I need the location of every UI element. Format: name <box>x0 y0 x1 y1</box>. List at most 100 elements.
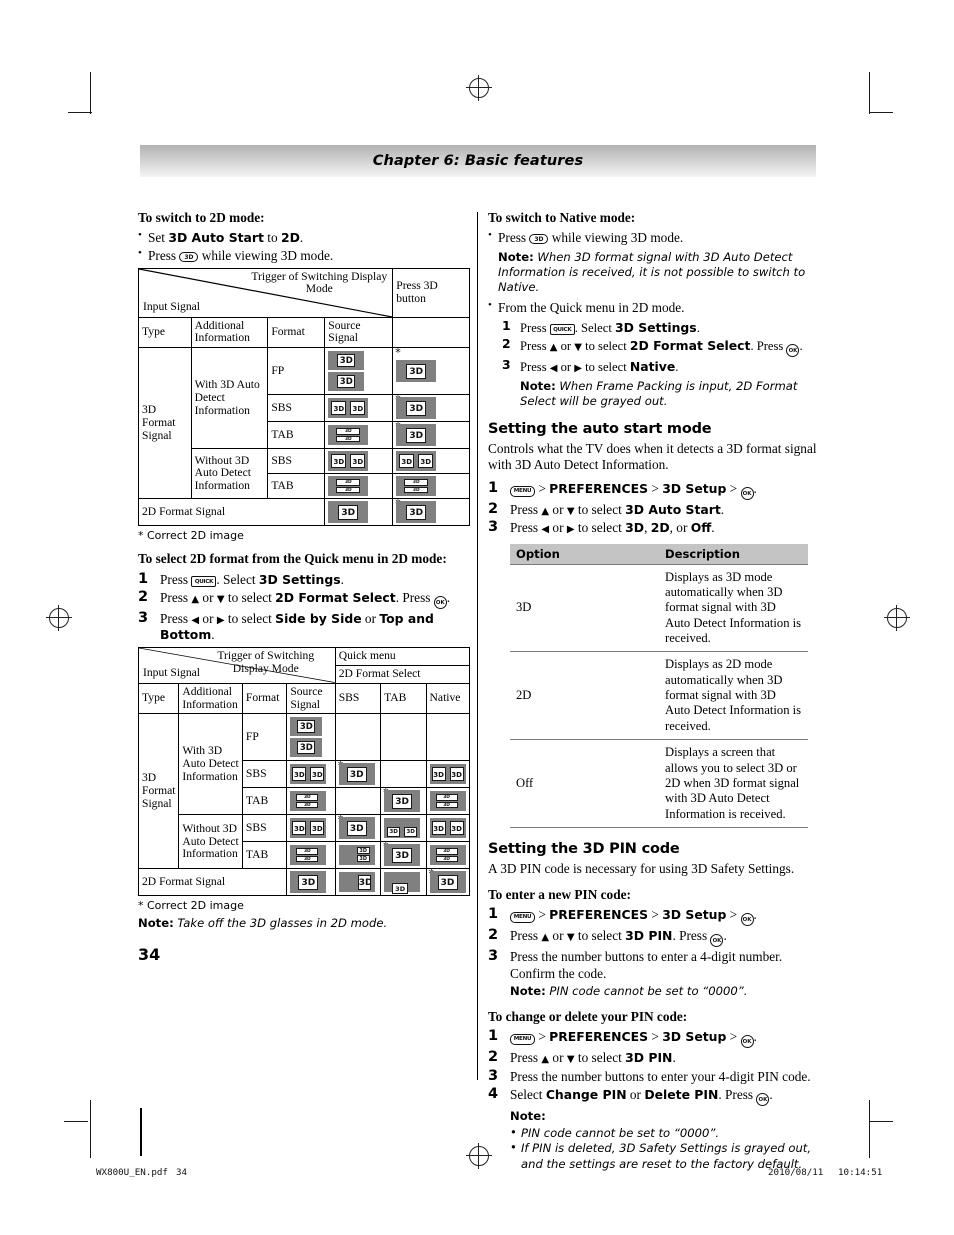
step-text: Press ▲ or ▼ to select 3D Auto Start. <box>510 502 725 518</box>
step-number: 3 <box>138 609 149 626</box>
icon-frame-packing: 3D <box>328 372 365 392</box>
switch-native-bullets: Press 3D while viewing 3D mode. <box>488 228 820 246</box>
arrow-down-icon: ▼ <box>566 1054 575 1066</box>
crop-mark-top-right-v <box>869 72 871 114</box>
table1-source-tab: 3D 3D <box>324 421 394 450</box>
icon-3d-full: 3D <box>429 871 466 894</box>
print-date: 2010/08/11 <box>768 1167 824 1178</box>
note-label: Note: <box>520 378 556 393</box>
bullet-pre: Press <box>498 229 530 245</box>
table1-footnote: * Correct 2D image <box>138 529 244 543</box>
registration-mark-top <box>466 75 492 101</box>
list-item: 1 MENU > PREFERENCES > 3D Setup > OK. <box>488 480 820 501</box>
table1-diagonal-header: Trigger of Switching Display Mode Input … <box>137 267 394 318</box>
table2-subheader-row: Type Additional Information Format Sourc… <box>137 682 471 715</box>
key-menu-icon: MENU <box>510 911 535 923</box>
step-text: MENU > PREFERENCES > 3D Setup > OK. <box>510 480 820 501</box>
list-item: 1 MENU > PREFERENCES > 3D Setup > OK. <box>488 906 820 927</box>
table2-corner-row: Trigger of Switching Display Mode Input … <box>138 647 471 684</box>
arrow-down-icon: ▼ <box>566 932 575 944</box>
table2-quickmenu-header: Quick menu <box>334 647 471 667</box>
step-text: Press ▲ or ▼ to select 3D PIN. Press OK. <box>510 927 820 948</box>
list-item: 2 Press ▲ or ▼ to select 3D PIN. <box>488 1049 820 1066</box>
icon-side-by-side: 3D 3D <box>328 451 369 472</box>
table-row: Off Displays a screen that allows you to… <box>510 739 808 828</box>
key-ok-icon: OK <box>756 1092 770 1106</box>
step-text: Press ▲ or ▼ to select 2D Format Select.… <box>520 337 820 358</box>
note-label: Note: <box>510 983 546 998</box>
key-ok-icon: OK <box>740 913 754 927</box>
table1-2d-format-label: 2D Format Signal <box>137 498 326 527</box>
table2-format-tab: TAB <box>241 787 288 816</box>
table2-source-sbs: 3D 3D <box>286 760 336 789</box>
table1-corner-row: Trigger of Switching Display Mode Input … <box>137 267 470 318</box>
registration-mark-left <box>46 605 72 631</box>
arrow-right-icon: ▶ <box>574 363 582 375</box>
list-item: 4 Select Change PIN or Delete PIN. Press… <box>488 1086 820 1106</box>
step-number: 1 <box>488 480 499 497</box>
table1-source-sbs: 3D 3D <box>324 394 394 423</box>
arrow-right-icon: ▶ <box>566 524 575 536</box>
column-divider <box>477 212 478 1080</box>
bullet-from-quick-menu: From the Quick menu in 2D mode. <box>488 298 820 316</box>
left-column: To switch to 2D mode: Set 3D Auto Start … <box>137 210 471 964</box>
table2-source-sbs-2: 3D 3D <box>286 814 336 843</box>
note-label: Note: <box>138 916 174 931</box>
table2-format-sbs-2: SBS <box>241 814 288 843</box>
table2-opt-tab: TAB <box>380 682 427 715</box>
icon-3d-full: 3D <box>396 424 437 447</box>
step-number: 1 <box>488 1028 499 1045</box>
icon-3d-full: 3D <box>338 763 375 786</box>
icon-top-and-bottom: 3D 3D <box>328 476 369 497</box>
step-number: 3 <box>502 357 511 373</box>
table2-diagonal-header: Trigger of Switching Display Mode Input … <box>138 647 336 684</box>
table-row: 2D Format Signal 3D 3D 3D * 3D <box>137 868 471 897</box>
table2-sbs-native: 3D 3D <box>425 760 471 789</box>
list-item: 2 Press ▲ or ▼ to select 3D Auto Start. <box>488 501 820 518</box>
step-text: MENU > PREFERENCES > 3D Setup > OK. <box>510 1028 820 1049</box>
step-number: 1 <box>488 906 499 923</box>
table2-sbs2-tab: 3D 3D <box>380 814 427 843</box>
table2-tab-tab: * 3D <box>380 787 427 816</box>
switch-native-bullet-2: From the Quick menu in 2D mode. <box>488 298 820 316</box>
icon-frame-packing: 3D <box>328 351 365 371</box>
arrow-up-icon: ▲ <box>541 506 550 518</box>
arrow-down-icon: ▼ <box>566 506 575 518</box>
step-number: 3 <box>488 519 499 536</box>
table1-sub-format: Format <box>267 316 326 349</box>
key-ok-icon: OK <box>433 595 447 609</box>
icon-3d-full: 3D <box>396 360 437 383</box>
table2-tab-native: 3D 3D <box>425 787 471 816</box>
icon-3d-narrow: 3D <box>338 872 375 893</box>
switch-native-heading: To switch to Native mode: <box>488 210 636 225</box>
step-text: Press ◀ or ▶ to select Side by Side or T… <box>160 610 434 643</box>
table2-tab2-tab: * 3D <box>380 841 427 870</box>
list-item: 1 Press QUICK. Select 3D Settings. <box>138 571 470 588</box>
step-number: 3 <box>488 1067 499 1084</box>
arrow-right-icon: ▶ <box>216 614 225 626</box>
arrow-left-icon: ◀ <box>549 363 558 375</box>
table1-input-label: Input Signal <box>143 299 201 313</box>
table2-source-tab: 3D 3D <box>286 787 336 816</box>
list-item: 1 Press QUICK. Select 3D Settings. <box>502 318 820 336</box>
icon-3d-full: 3D <box>384 844 421 867</box>
arrow-up-icon: ▲ <box>191 593 200 605</box>
key-quick-icon: QUICK <box>549 324 575 336</box>
table-row: 3D Format Signal With 3D Auto Detect Inf… <box>138 347 470 500</box>
list-item: 2 Press ▲ or ▼ to select 2D Format Selec… <box>138 589 470 609</box>
icon-3d-full: 3D <box>384 790 421 813</box>
switch-native-note-1: Note: When 3D format signal with 3D Auto… <box>498 250 820 295</box>
table2-opt-sbs: SBS <box>334 682 382 715</box>
table1-format-tab: TAB <box>267 421 326 450</box>
note-text: Take off the 3D glasses in 2D mode. <box>173 916 388 931</box>
table1-sub-spacer <box>392 316 470 349</box>
option-desc-off: Displays a screen that allows you to sel… <box>659 739 808 828</box>
table1-press3d-sbs-2: 3D 3D <box>392 448 470 475</box>
table2-sub-format: Format <box>241 682 288 715</box>
step-text: Press the number buttons to enter a 4-di… <box>510 949 783 981</box>
icon-frame-packing: 3D <box>290 717 323 737</box>
change-pin-steps: 1 MENU > PREFERENCES > 3D Setup > OK. 2 … <box>488 1028 820 1106</box>
table1-press3d-fp: * 3D <box>392 347 470 396</box>
table2-sbs-tab-disabled <box>380 760 427 789</box>
icon-side-by-side-squashed: 3D 3D <box>384 818 421 839</box>
